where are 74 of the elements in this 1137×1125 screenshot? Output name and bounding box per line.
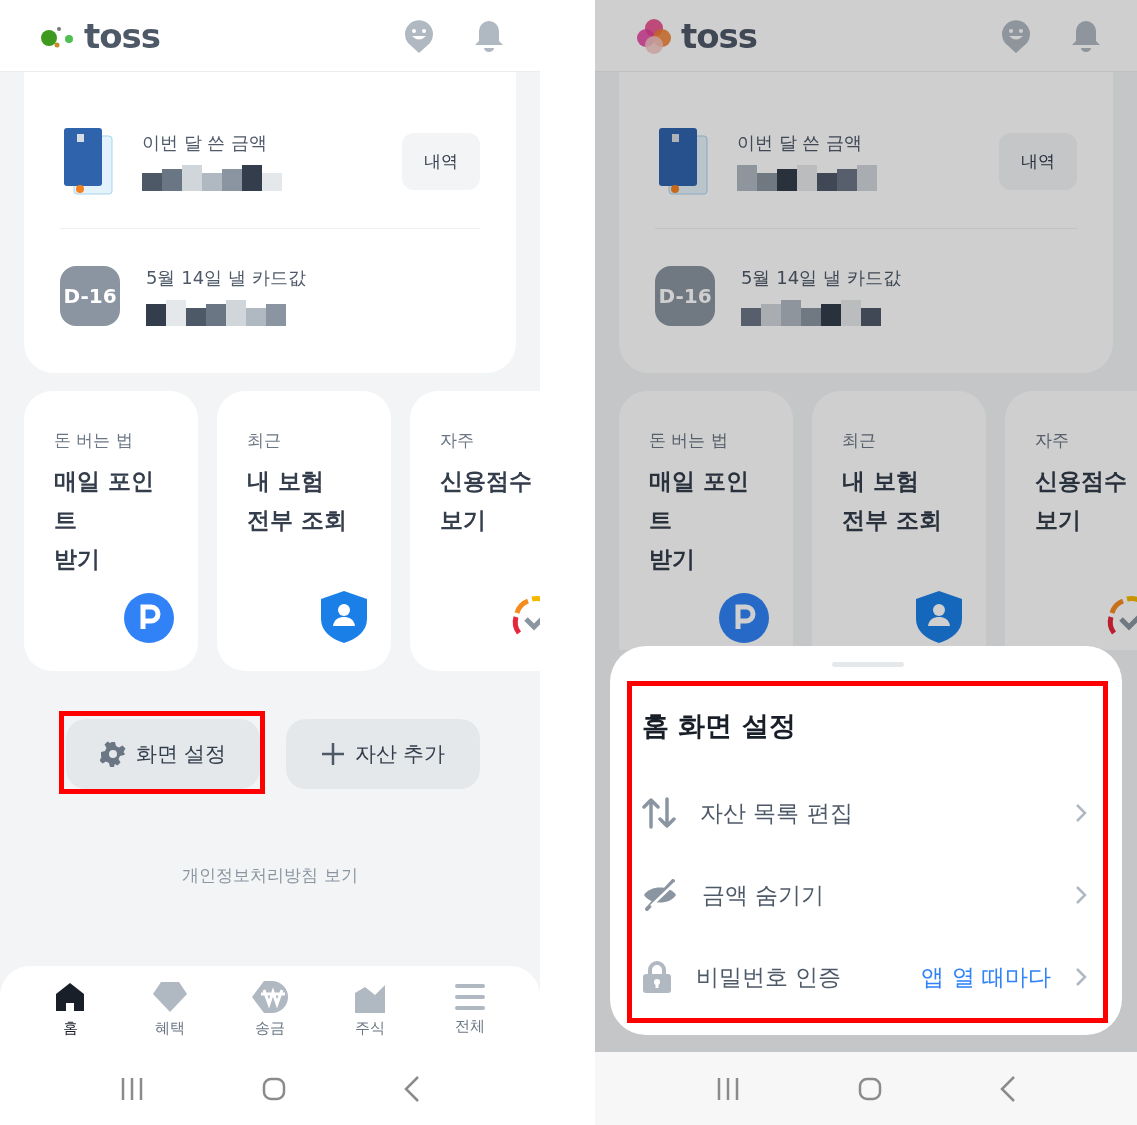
settings-item[interactable]: 비밀번호 인증 앱 열 때마다 — [642, 936, 1087, 1018]
plus-icon — [320, 742, 345, 766]
nav-tab[interactable]: 혜택 — [120, 966, 220, 1052]
diamond-icon — [152, 980, 188, 1013]
shield-icon — [916, 591, 962, 643]
logo-icon — [635, 16, 673, 55]
summary-label: 5월 14일 낼 카드값 — [741, 266, 902, 290]
card-title: 내 보험 — [247, 467, 325, 496]
history-button[interactable]: 내역 — [402, 132, 480, 190]
nav-tab[interactable]: 송금 — [220, 966, 320, 1052]
card-title: 트 — [649, 506, 673, 535]
app-logo-text: toss — [84, 15, 161, 56]
card-title: 보기 — [440, 506, 487, 535]
card-title: 받기 — [54, 545, 101, 574]
card-title: 매일 포인 — [54, 467, 155, 496]
nav-tab[interactable]: 전체 — [420, 966, 520, 1052]
recent-apps-icon[interactable] — [716, 1076, 740, 1101]
card-caption: 돈 버는 법 — [54, 429, 134, 452]
shortcut-card[interactable]: 자주 신용점수 보기 — [1005, 391, 1137, 650]
sort-icon — [642, 797, 676, 829]
bell-icon[interactable] — [1071, 19, 1101, 52]
chevron-right-icon — [1075, 967, 1087, 987]
card-title: 신용점수 — [440, 467, 533, 496]
back-icon[interactable] — [404, 1075, 420, 1102]
chevron-right-icon — [1075, 885, 1087, 905]
card-caption: 최근 — [247, 429, 282, 452]
smiley-pin-icon[interactable] — [1001, 18, 1031, 53]
card-title: 트 — [54, 506, 78, 535]
card-caption: 자주 — [440, 429, 475, 452]
points-icon — [719, 593, 769, 643]
card-caption: 돈 버는 법 — [649, 429, 729, 452]
card-title: 전부 조회 — [247, 506, 348, 535]
due-badge: D-16 — [60, 266, 120, 326]
lock-icon — [642, 961, 672, 993]
back-icon[interactable] — [1000, 1075, 1016, 1102]
hidden-eye-icon — [642, 879, 678, 911]
shortcut-card[interactable]: 최근 내 보험 전부 조회 — [217, 391, 391, 671]
screen-settings-button[interactable]: 화면 설정 — [66, 719, 260, 789]
summary-label: 이번 달 쓴 금액 — [737, 131, 864, 155]
home-button-icon[interactable] — [858, 1076, 882, 1101]
nav-tab[interactable]: 홈 — [20, 966, 120, 1052]
card-title: 보기 — [1035, 506, 1082, 535]
card-title: 받기 — [649, 545, 696, 574]
card-caption: 최근 — [842, 429, 877, 452]
card-title: 전부 조회 — [842, 506, 943, 535]
card-title: 내 보험 — [842, 467, 920, 496]
points-icon — [124, 593, 174, 643]
home-icon — [54, 980, 86, 1013]
home-button-icon[interactable] — [262, 1076, 286, 1101]
summary-label: 5월 14일 낼 카드값 — [146, 266, 307, 290]
card-title: 신용점수 — [1035, 467, 1128, 496]
settings-item[interactable]: 자산 목록 편집 — [642, 772, 1087, 854]
due-badge: D-16 — [655, 266, 715, 326]
gear-icon — [99, 741, 126, 767]
shortcut-card[interactable]: 자주 신용점수 보기 — [410, 391, 540, 671]
shortcut-card[interactable]: 돈 버는 법 매일 포인 트 받기 — [24, 391, 198, 671]
summary-label: 이번 달 쓴 금액 — [142, 131, 269, 155]
chevron-right-icon — [1075, 803, 1087, 823]
history-button[interactable]: 내역 — [999, 132, 1077, 190]
card-caption: 자주 — [1035, 429, 1070, 452]
card-title: 매일 포인 — [649, 467, 750, 496]
shortcut-card[interactable]: 돈 버는 법 매일 포인 트 받기 — [619, 391, 793, 650]
settings-item[interactable]: 금액 숨기기 — [642, 854, 1087, 936]
bell-icon[interactable] — [474, 19, 504, 52]
app-logo-text: toss — [681, 15, 758, 56]
sheet-handle[interactable] — [831, 662, 904, 667]
menu-icon — [455, 982, 485, 1011]
shield-icon — [321, 591, 367, 643]
recent-apps-icon[interactable] — [120, 1076, 144, 1101]
nav-tab[interactable]: 주식 — [320, 966, 420, 1052]
sheet-title: 홈 화면 설정 — [642, 709, 797, 743]
add-asset-button[interactable]: 자산 추가 — [286, 719, 480, 789]
money-icon — [250, 980, 290, 1013]
smiley-pin-icon[interactable] — [404, 18, 434, 53]
